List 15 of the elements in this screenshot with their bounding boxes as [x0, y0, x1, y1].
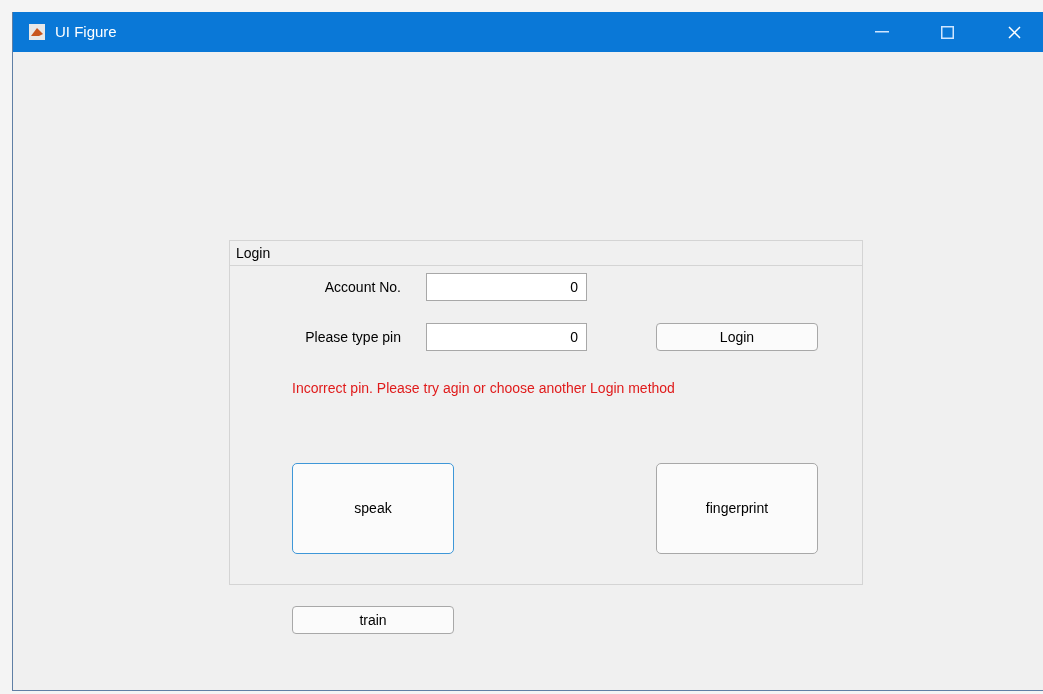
minimize-icon[interactable] [875, 31, 889, 33]
close-icon[interactable] [1008, 25, 1021, 39]
panel-title: Login [236, 243, 271, 263]
maximize-icon[interactable] [941, 25, 954, 39]
app-logo-icon [29, 24, 45, 40]
window-title: UI Figure [55, 21, 117, 42]
field-label: Account No. [323, 277, 401, 297]
input-field[interactable]: 0 [426, 273, 587, 301]
train-button[interactable]: train [292, 606, 454, 634]
method-button[interactable]: speak [292, 463, 454, 554]
input-field[interactable]: 0 [426, 323, 587, 351]
login-button[interactable]: Login [656, 323, 818, 351]
error-message: Incorrect pin. Please try agin or choose another Login method [292, 379, 675, 398]
method-button[interactable]: fingerprint [656, 463, 818, 554]
field-label: Please type pin [304, 327, 401, 347]
